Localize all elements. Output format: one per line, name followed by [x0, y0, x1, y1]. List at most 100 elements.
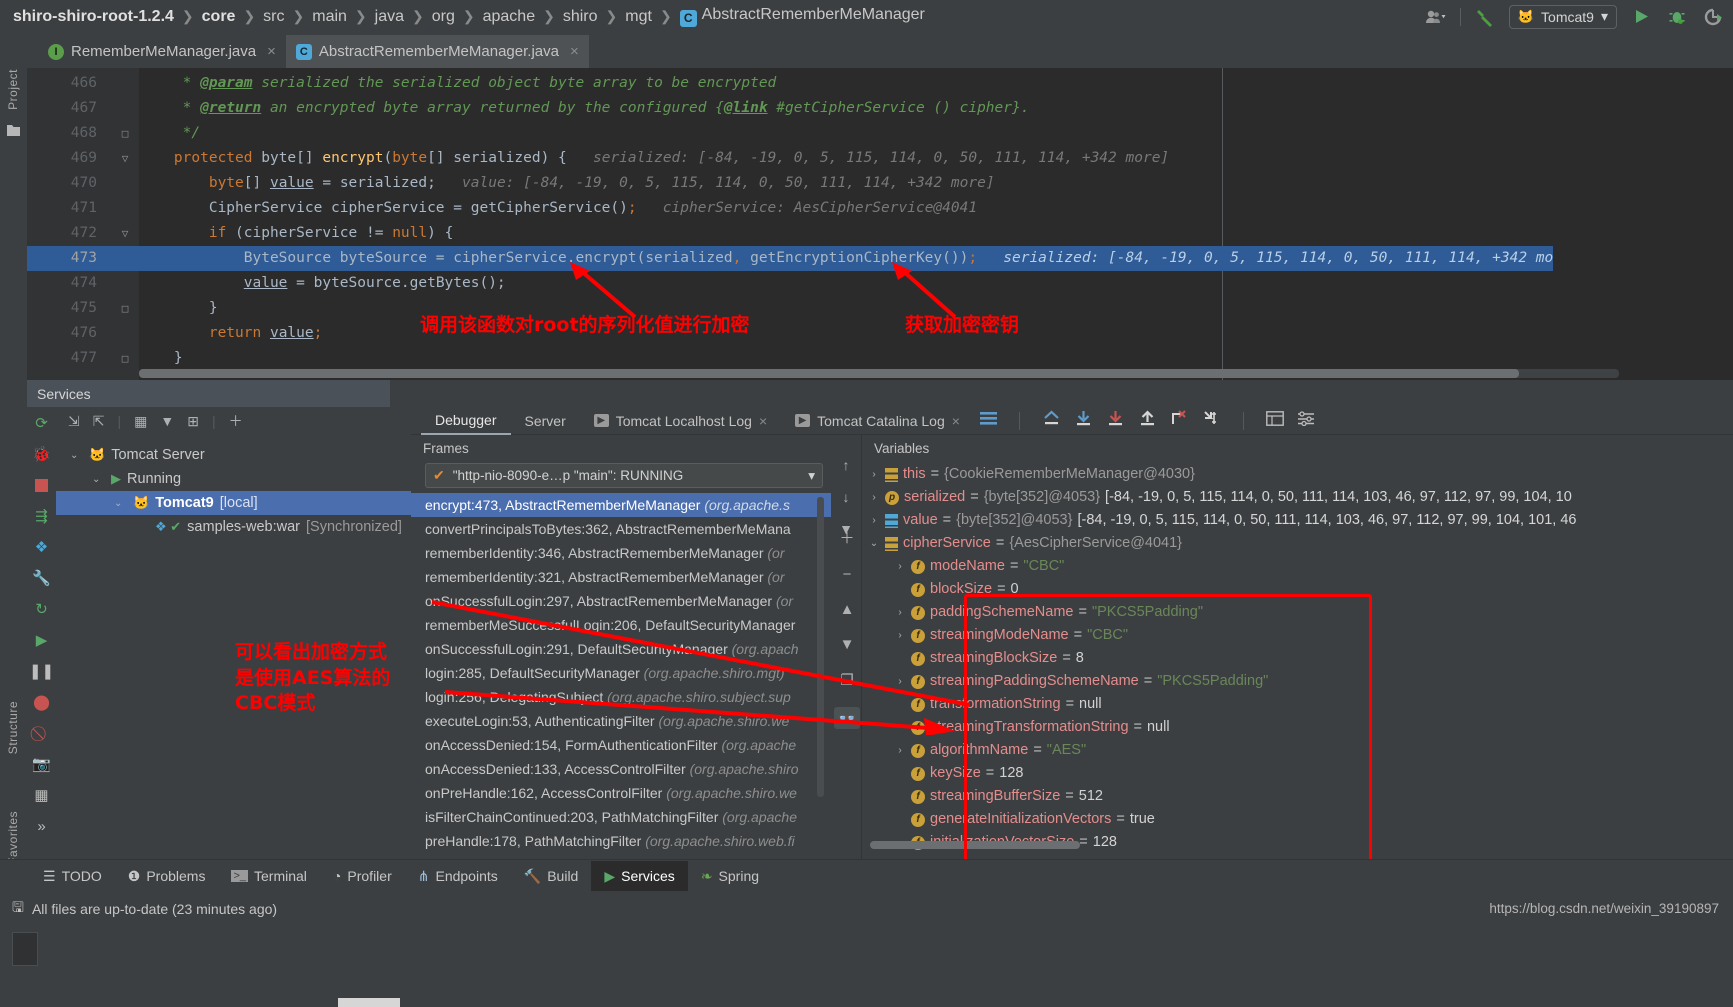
mute-breakpoints-icon[interactable]: 👓: [833, 707, 861, 729]
frame-row[interactable]: onSuccessfulLogin:291, DefaultSecurityMa…: [411, 637, 831, 661]
code-line[interactable]: 471 CipherService cipherService = getCip…: [71, 196, 1553, 221]
bottom-tab-services[interactable]: ▶ Services: [591, 861, 688, 891]
settings-icon[interactable]: [1297, 410, 1315, 431]
group-icon[interactable]: ▦: [134, 413, 147, 430]
layout-icon[interactable]: ▦: [32, 785, 52, 805]
settings-wrench-icon[interactable]: 🔧: [32, 568, 52, 588]
collapse-all-icon[interactable]: ⇱: [93, 413, 105, 430]
editor-tab-rememberme[interactable]: I RememberMeManager.java ×: [38, 35, 286, 68]
frame-row[interactable]: onAccessDenied:154, FormAuthenticationFi…: [411, 733, 831, 757]
chevron-right-icon[interactable]: ›: [894, 601, 906, 624]
code-fold-icon[interactable]: ▽: [119, 221, 131, 246]
frame-row[interactable]: preHandle:178, PathMatchingFilter (org.a…: [411, 829, 831, 853]
code-line[interactable]: 473 ByteSource byteSource = cipherServic…: [27, 246, 1554, 271]
code-fold-icon[interactable]: □: [119, 121, 131, 146]
chevron-right-icon[interactable]: ›: [868, 509, 880, 532]
chevron-down-icon[interactable]: ⌄: [92, 474, 105, 485]
chevron-down-icon[interactable]: ⌄: [70, 450, 83, 461]
breadcrumb-item-mgt[interactable]: mgt: [624, 8, 653, 26]
frames-list[interactable]: encrypt:473, AbstractRememberMeManager (…: [411, 493, 831, 853]
step-over-icon[interactable]: [1074, 410, 1093, 432]
variable-row[interactable]: f streamingTransformationString = null: [862, 716, 1733, 739]
variable-row[interactable]: › f paddingSchemeName = "PKCS5Padding": [862, 601, 1733, 624]
chevron-right-icon[interactable]: ›: [894, 739, 906, 762]
chevron-down-icon[interactable]: ⌄: [868, 532, 880, 555]
variable-row[interactable]: f keySize = 128: [862, 762, 1733, 785]
variable-row[interactable]: f blockSize = 0: [862, 578, 1733, 601]
breadcrumb-item-class[interactable]: C AbstractRememberMeManager: [679, 6, 926, 27]
breadcrumb-item-org[interactable]: org: [431, 8, 456, 26]
tool-window-favorites[interactable]: Favorites: [6, 811, 20, 865]
bottom-tab-spring[interactable]: ❧ Spring: [688, 861, 772, 891]
frame-row[interactable]: login:256, DelegatingSubject (org.apache…: [411, 685, 831, 709]
expand-all-icon[interactable]: ⇲: [68, 413, 80, 430]
more-icon[interactable]: »: [32, 816, 52, 836]
run-configuration-selector[interactable]: 🐱 Tomcat9 ▾: [1508, 4, 1617, 29]
variable-row[interactable]: f generateInitializationVectors = true: [862, 808, 1733, 831]
tab-debugger[interactable]: Debugger: [421, 407, 511, 435]
code-line[interactable]: 477 □ }: [71, 346, 1553, 371]
code-line[interactable]: 468 □ */: [71, 121, 1553, 146]
hammer-icon[interactable]: [1473, 5, 1497, 29]
thread-selector[interactable]: ✔ "http-nio-8090-e…p "main": RUNNING ▾: [425, 463, 823, 488]
chevron-right-icon[interactable]: ›: [894, 624, 906, 647]
user-group-icon[interactable]: [1424, 5, 1448, 29]
close-icon[interactable]: ×: [952, 413, 960, 429]
variable-row[interactable]: f transformationString = null: [862, 693, 1733, 716]
bottom-tab-terminal[interactable]: >_ Terminal: [218, 861, 319, 891]
variable-row[interactable]: › f streamingPaddingSchemeName = "PKCS5Pad…: [862, 670, 1733, 693]
variable-row[interactable]: › p serialized = {byte[352]@4053} [-84, -1…: [862, 486, 1733, 509]
frame-row[interactable]: encrypt:473, AbstractRememberMeManager (…: [411, 493, 831, 517]
code-line[interactable]: 470 byte[] value = serialized; value: [-…: [71, 171, 1553, 196]
move-up-icon[interactable]: ▲: [840, 601, 855, 618]
variable-row[interactable]: › f streamingModeName = "CBC": [862, 624, 1733, 647]
breadcrumb-item-java[interactable]: java: [374, 8, 405, 26]
bottom-tab-endpoints[interactable]: ⋔ Endpoints: [405, 861, 511, 891]
down-arrow-icon[interactable]: ↓: [843, 489, 850, 505]
editor-tab-abstractrememberme[interactable]: C AbstractRememberMeManager.java ×: [285, 35, 589, 68]
frame-row[interactable]: executeLogin:53, AuthenticatingFilter (o…: [411, 709, 831, 733]
bottom-tab-build[interactable]: 🔨 Build: [511, 861, 592, 891]
close-icon[interactable]: ×: [267, 43, 276, 60]
frame-row[interactable]: login:285, DefaultSecurityManager (org.a…: [411, 661, 831, 685]
chevron-right-icon[interactable]: ›: [868, 486, 880, 509]
bottom-tab-profiler[interactable]: ◔ Profiler: [320, 861, 405, 891]
frames-scrollbar[interactable]: [817, 497, 824, 797]
frame-row[interactable]: convertPrincipalsToBytes:362, AbstractRe…: [411, 517, 831, 541]
add-icon[interactable]: ＋: [229, 411, 243, 431]
code-editor[interactable]: 466 * @param serialized the serialized o…: [27, 68, 1733, 380]
code-line[interactable]: 475 □ }: [71, 296, 1553, 321]
folder-icon[interactable]: [6, 123, 21, 138]
code-line[interactable]: 474 value = byteSource.getBytes();: [71, 271, 1553, 296]
services-tree[interactable]: ⌄ 🐱 Tomcat Server ⌄ ▶ Running ⌄ 🐱 Tomcat9 [local…: [56, 435, 411, 539]
rerun-icon[interactable]: ⟳: [32, 413, 52, 433]
remove-watch-icon[interactable]: −: [843, 566, 852, 583]
stop-icon[interactable]: [32, 475, 52, 495]
tab-tomcat-localhost-log[interactable]: ▶ Tomcat Localhost Log ×: [580, 407, 781, 435]
chevron-right-icon[interactable]: ›: [868, 463, 880, 486]
variable-row[interactable]: › this = {CookieRememberMeManager@4030}: [862, 463, 1733, 486]
frame-row[interactable]: rememberIdentity:346, AbstractRememberMe…: [411, 541, 831, 565]
layout-settings-icon[interactable]: [979, 411, 997, 430]
pause-icon[interactable]: ❚❚: [29, 661, 54, 681]
bottom-tab-problems[interactable]: ❶ Problems: [115, 861, 219, 891]
stop-rerun-icon[interactable]: [1701, 5, 1725, 29]
evaluate-expression-icon[interactable]: [1266, 410, 1284, 431]
tool-window-structure[interactable]: Structure: [6, 701, 20, 754]
code-line[interactable]: 469 ▽ protected byte[] encrypt(byte[] ser…: [71, 146, 1553, 171]
services-tree-row[interactable]: ⌄ 🐱 Tomcat Server: [56, 443, 411, 467]
breadcrumb-item-project[interactable]: shiro-shiro-root-1.2.4: [12, 8, 175, 26]
resume-icon[interactable]: ▶: [32, 630, 52, 650]
close-icon[interactable]: ×: [570, 43, 579, 60]
breadcrumb-item-core[interactable]: core: [201, 8, 237, 26]
services-tree-row[interactable]: ⌄ ▶ Running: [56, 467, 411, 491]
variable-row[interactable]: › f algorithmName = "AES": [862, 739, 1733, 762]
copy-icon[interactable]: ❐: [840, 671, 853, 689]
code-line[interactable]: 476 return value;: [71, 321, 1553, 346]
tab-tomcat-catalina-log[interactable]: ▶ Tomcat Catalina Log ×: [781, 407, 974, 435]
frame-row[interactable]: onAccessDenied:133, AccessControlFilter …: [411, 757, 831, 781]
code-line[interactable]: 467 * @return an encrypted byte array re…: [71, 96, 1553, 121]
breadcrumb-item-shiro[interactable]: shiro: [562, 8, 599, 26]
breadcrumb-item-apache[interactable]: apache: [482, 8, 537, 26]
frame-row[interactable]: isFilterChainContinued:203, PathMatching…: [411, 805, 831, 829]
